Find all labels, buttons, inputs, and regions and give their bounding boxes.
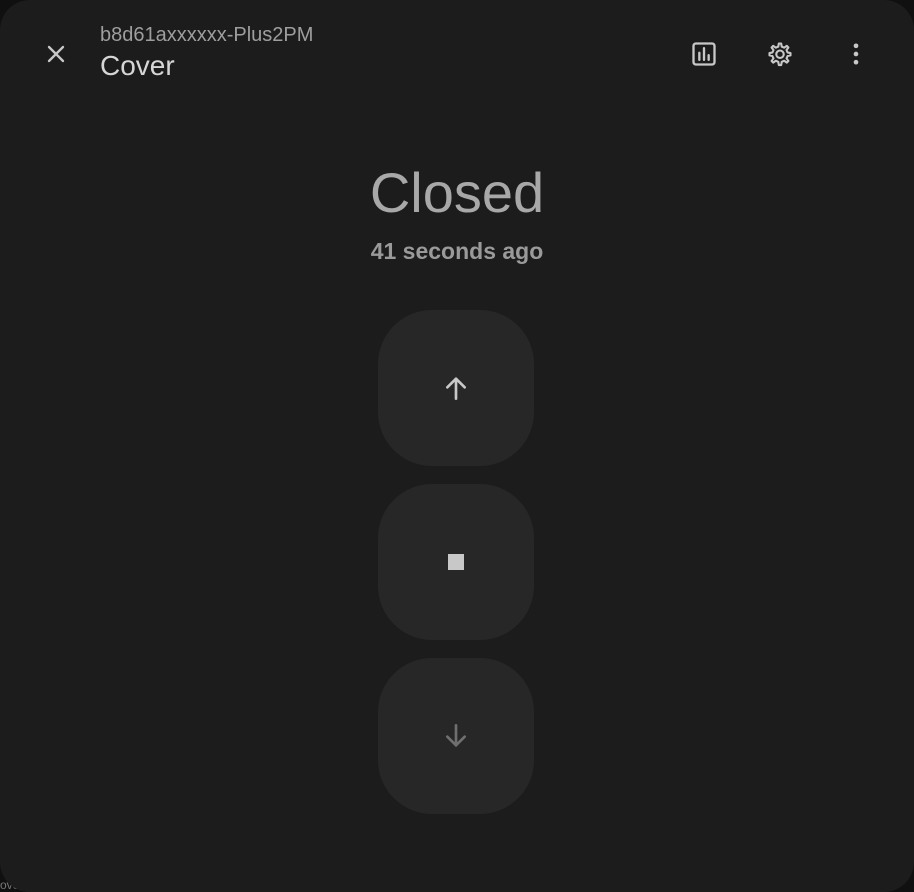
arrow-up-icon — [446, 377, 466, 400]
device-name: b8d61axxxxxx-Plus2PM — [100, 24, 314, 46]
gear-icon — [768, 42, 792, 67]
arrow-down-icon — [446, 724, 466, 747]
stop-cover-button[interactable] — [378, 484, 534, 640]
open-cover-button[interactable] — [378, 310, 534, 466]
entity-name: Cover — [100, 50, 175, 81]
history-button[interactable] — [680, 30, 728, 78]
dialog-header: b8d61axxxxxx-Plus2PM Cover — [0, 0, 914, 110]
dots-vertical-icon — [853, 43, 859, 65]
close-cover-button[interactable] — [378, 658, 534, 814]
close-icon — [47, 45, 65, 63]
more-info-dialog: b8d61axxxxxx-Plus2PM Cover Closed 41 sec… — [0, 0, 914, 892]
close-button[interactable] — [32, 30, 80, 78]
settings-button[interactable] — [756, 30, 804, 78]
chart-box-icon — [692, 42, 716, 66]
stop-icon — [448, 554, 464, 570]
last-changed: 41 seconds ago — [370, 238, 544, 264]
cover-state: Closed — [369, 161, 545, 224]
more-options-button[interactable] — [832, 30, 880, 78]
